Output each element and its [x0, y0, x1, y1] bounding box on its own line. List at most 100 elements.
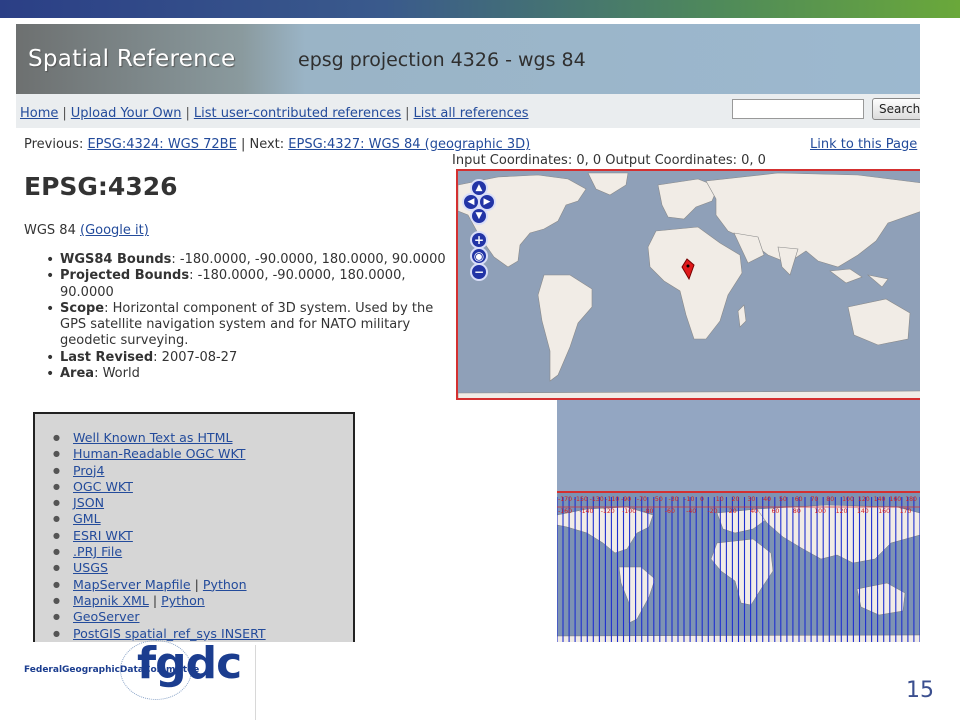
- nav-separator: |: [185, 106, 190, 121]
- slide: Spatial Reference epsg projection 4326 -…: [0, 0, 960, 720]
- format-link[interactable]: Python: [203, 577, 247, 592]
- utm-zone-map: -170 -150 -130 -110 -90 -70 -50 -30 -10 0 10 20 30 40…: [557, 491, 920, 642]
- format-item: Well Known Text as HTML: [51, 430, 266, 447]
- zone-label: -120: [601, 508, 615, 515]
- zone-label: 160: [889, 496, 901, 503]
- format-link[interactable]: Well Known Text as HTML: [73, 430, 233, 445]
- search-input[interactable]: [732, 99, 864, 119]
- zone-label: -100: [622, 508, 636, 515]
- property-value: : 2007-08-27: [153, 349, 238, 365]
- nav-links: Home | Upload Your Own | List user-contribut…: [20, 102, 529, 121]
- format-link[interactable]: GML: [73, 511, 101, 526]
- google-it-link[interactable]: (Google it): [80, 223, 149, 238]
- world-map-image: [458, 171, 920, 398]
- format-link[interactable]: USGS: [73, 560, 108, 575]
- zone-label: -90: [621, 496, 631, 503]
- search-button[interactable]: Search: [872, 98, 920, 120]
- zone-label: -50: [653, 496, 663, 503]
- interactive-map[interactable]: ▲ ◀ ▶ ▼ + ◉ −: [456, 169, 920, 400]
- format-link[interactable]: GeoServer: [73, 609, 140, 624]
- site-banner: Spatial Reference epsg projection 4326 -…: [16, 24, 920, 94]
- zone-label: -40: [686, 508, 696, 515]
- format-link[interactable]: Proj4: [73, 463, 105, 478]
- next-link[interactable]: EPSG:4327: WGS 84 (geographic 3D): [288, 137, 530, 152]
- property-label: WGS84 Bounds: [60, 252, 172, 267]
- zone-label: 80: [793, 508, 801, 515]
- property-value: : World: [94, 366, 140, 382]
- format-link[interactable]: ESRI WKT: [73, 528, 133, 543]
- format-item: Proj4: [51, 463, 266, 480]
- format-item: ESRI WKT: [51, 528, 266, 545]
- format-link[interactable]: Python: [161, 593, 205, 608]
- nav-user-references[interactable]: List user-contributed references: [194, 106, 401, 121]
- previous-label: Previous:: [24, 137, 84, 152]
- zone-label: 60: [772, 508, 780, 515]
- logo-subtitle: FederalGeographicDataCommittee: [24, 665, 200, 675]
- nav-upload[interactable]: Upload Your Own: [71, 106, 182, 121]
- zone-label: 10: [716, 496, 724, 503]
- format-link[interactable]: .PRJ File: [73, 544, 122, 559]
- logo-wordmark: fgdc: [137, 638, 242, 689]
- zone-label: 30: [747, 496, 755, 503]
- page-heading: epsg projection 4326 - wgs 84: [298, 49, 586, 71]
- zone-label: 100: [814, 508, 826, 515]
- zone-label: 100: [842, 496, 854, 503]
- zone-label: -110: [605, 496, 619, 503]
- pan-down-icon[interactable]: ▼: [470, 207, 488, 225]
- footer-divider: [255, 645, 256, 720]
- property-list: WGS84 Bounds: -180.0000, -90.0000, 180.0…: [44, 252, 456, 383]
- fgdc-logo: fgdc FederalGeographicDataCommittee: [22, 638, 252, 710]
- format-item: MapServer Mapfile| Python: [51, 576, 266, 594]
- format-item: GeoServer: [51, 609, 266, 626]
- zone-label: -10: [684, 496, 694, 503]
- property-item: WGS84 Bounds: -180.0000, -90.0000, 180.0…: [44, 252, 456, 269]
- nav-bar: Home | Upload Your Own | List user-contribut…: [16, 94, 920, 128]
- zone-label: -150: [574, 496, 588, 503]
- format-separator: |: [152, 592, 158, 608]
- zone-label: 170: [900, 508, 912, 515]
- nav-separator: |: [62, 106, 67, 121]
- link-to-page-link[interactable]: Link to this Page: [810, 137, 917, 152]
- property-label: Projected Bounds: [60, 268, 190, 284]
- zone-label: -170: [558, 496, 572, 503]
- property-label: Area: [60, 366, 95, 382]
- previous-link[interactable]: EPSG:4324: WGS 72BE: [87, 137, 236, 152]
- format-link[interactable]: OGC WKT: [73, 479, 133, 494]
- format-link[interactable]: Mapnik XML: [73, 593, 149, 608]
- link-to-page: Link to this Page: [810, 137, 917, 152]
- zoom-out-icon[interactable]: −: [470, 263, 488, 281]
- zone-label: 180: [905, 496, 917, 503]
- format-link[interactable]: MapServer Mapfile: [73, 577, 191, 592]
- format-item: Human-Readable OGC WKT: [51, 446, 266, 463]
- format-item: Mapnik XML|Python: [51, 592, 266, 610]
- format-link[interactable]: JSON: [73, 495, 104, 510]
- zone-label: -140: [579, 508, 593, 515]
- projection-name: WGS 84: [24, 223, 76, 238]
- zone-label: -130: [590, 496, 604, 503]
- format-item: USGS: [51, 560, 266, 577]
- site-logo[interactable]: Spatial Reference: [28, 46, 235, 72]
- zone-label: 160: [878, 508, 890, 515]
- property-item: Scope: Horizontal component of 3D system…: [44, 301, 456, 350]
- format-separator: |: [194, 576, 199, 592]
- zone-label: -60: [665, 508, 675, 515]
- epsg-code-title: EPSG:4326: [24, 172, 178, 201]
- nav-all-references[interactable]: List all references: [414, 106, 529, 121]
- property-value: : -180.0000, -90.0000, 180.0000, 90.0000: [171, 252, 446, 267]
- zone-label: 40: [763, 496, 771, 503]
- nav-home[interactable]: Home: [20, 106, 58, 121]
- format-item: GML: [51, 511, 266, 528]
- property-label: Last Revised: [60, 349, 154, 365]
- format-item: JSON: [51, 495, 266, 512]
- format-link[interactable]: Human-Readable OGC WKT: [73, 446, 245, 461]
- zone-label: 40: [750, 508, 758, 515]
- zone-label: -30: [669, 496, 679, 503]
- zone-label: 120: [836, 508, 848, 515]
- zone-label: 50: [779, 496, 787, 503]
- property-item: Projected Bounds: -180.0000, -90.0000, 1…: [44, 268, 456, 301]
- screenshot: Spatial Reference epsg projection 4326 -…: [16, 24, 920, 642]
- property-item: Last Revised: 2007-08-27: [44, 349, 456, 367]
- property-value: : Horizontal component of 3D system. Use…: [60, 300, 434, 349]
- zone-label: -80: [643, 508, 653, 515]
- property-label: Scope: [60, 300, 105, 316]
